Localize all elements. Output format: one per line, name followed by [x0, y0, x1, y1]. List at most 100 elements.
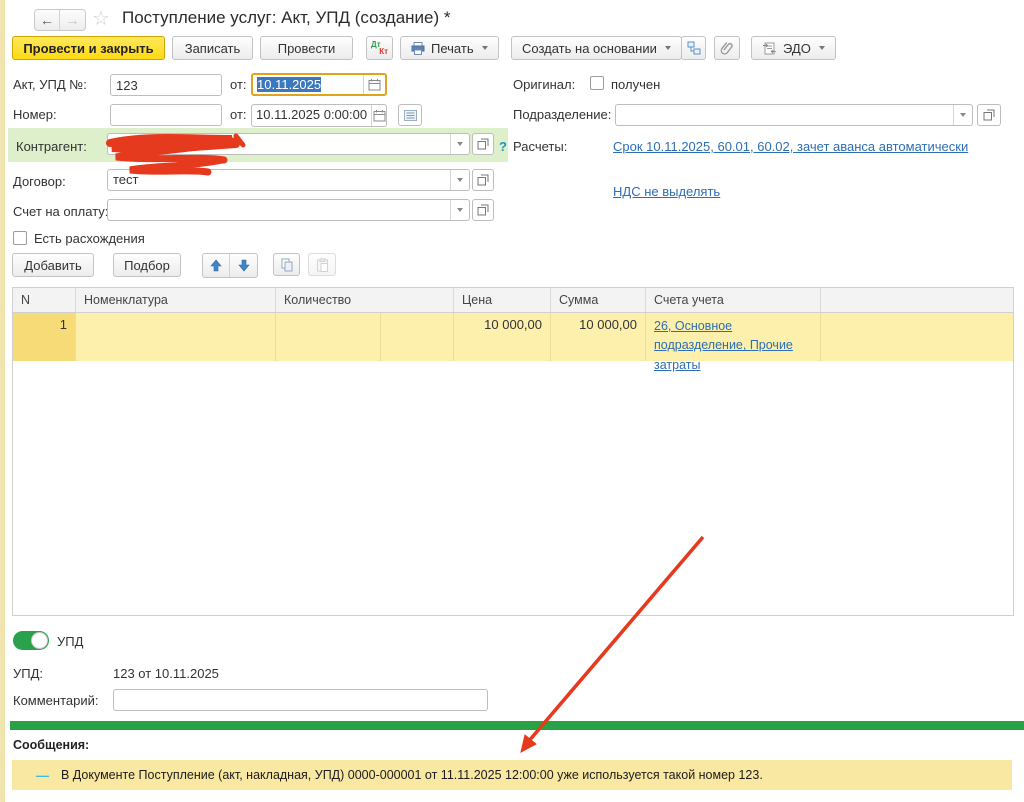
comment-label: Комментарий: — [13, 693, 99, 708]
dt-kt-icon: Дт Кт — [371, 39, 388, 56]
comment-input[interactable] — [113, 689, 488, 711]
act-date-input[interactable]: 10.11.2025 — [251, 73, 387, 96]
reg-date-input[interactable]: 10.11.2025 0:00:00 — [251, 104, 387, 127]
create-based-on-button[interactable]: Создать на основании — [511, 36, 682, 60]
act-number-input[interactable] — [110, 74, 222, 96]
quantity-cell[interactable] — [276, 313, 381, 361]
department-open-button[interactable] — [977, 104, 1001, 126]
upd-label: УПД: — [13, 666, 44, 681]
document-window: { "window": { "title": "Поступление услу… — [0, 0, 1024, 802]
messages-title: Сообщения: — [13, 738, 90, 752]
accounts-cell[interactable]: 26, Основное подразделение, Прочие затра… — [646, 313, 821, 372]
paperclip-icon — [720, 41, 734, 55]
number-label: Номер: — [13, 107, 57, 122]
chevron-down-icon[interactable] — [450, 170, 469, 190]
contract-open-button[interactable] — [472, 169, 494, 191]
contract-input[interactable]: тест — [107, 169, 470, 191]
number-history-button[interactable] — [398, 104, 422, 126]
number-input[interactable] — [110, 104, 222, 126]
window-edge-strip — [0, 0, 5, 802]
save-button[interactable]: Записать — [172, 36, 253, 60]
column-header-price[interactable]: Цена — [454, 288, 551, 312]
paste-rows-button[interactable] — [308, 253, 336, 276]
chevron-down-icon[interactable] — [953, 105, 972, 125]
nomenclature-cell[interactable] — [76, 313, 276, 361]
page-title: Поступление услуг: Акт, УПД (создание) * — [122, 8, 451, 27]
vat-link[interactable]: НДС не выделять — [613, 184, 720, 199]
settlements-terms-link[interactable]: Срок 10.11.2025, 60.01, 60.02, зачет ава… — [613, 139, 968, 154]
column-header-empty — [821, 288, 1013, 312]
message-item[interactable]: — В Документе Поступление (акт, накладна… — [12, 760, 1012, 790]
arrow-up-icon — [210, 259, 222, 272]
list-icon — [403, 109, 417, 121]
column-header-quantity[interactable]: Количество — [276, 288, 454, 312]
dt-kt-postings-button[interactable]: Дт Кт — [366, 36, 393, 60]
upd-value: 123 от 10.11.2025 — [113, 666, 219, 681]
payment-invoice-input[interactable] — [107, 199, 470, 221]
payment-invoice-label: Счет на оплату: — [13, 204, 109, 219]
payment-invoice-open-button[interactable] — [472, 199, 494, 221]
favorite-star-icon[interactable]: ☆ — [92, 6, 110, 31]
accounts-link[interactable]: 26, Основное подразделение, Прочие затра… — [654, 317, 814, 375]
document-structure-icon — [687, 41, 701, 55]
open-in-form-icon — [983, 109, 995, 121]
move-row-up-button[interactable] — [203, 254, 230, 277]
open-in-form-icon — [477, 204, 489, 216]
upd-toggle-label: УПД — [57, 634, 84, 649]
counterparty-open-button[interactable] — [472, 133, 494, 155]
post-and-close-button[interactable]: Провести и закрыть — [12, 36, 165, 60]
items-table[interactable]: N Номенклатура Количество Цена Сумма Сче… — [12, 287, 1014, 616]
open-in-form-icon — [477, 174, 489, 186]
move-row-down-button[interactable] — [230, 254, 257, 277]
counterparty-input[interactable] — [107, 133, 470, 155]
unit-cell[interactable] — [381, 313, 454, 361]
counterparty-help-link[interactable]: ? — [499, 139, 507, 154]
edo-button[interactable]: ЭДО — [751, 36, 836, 60]
arrow-down-icon — [237, 259, 250, 272]
back-arrow-icon: ← — [40, 12, 54, 28]
price-cell[interactable]: 10 000,00 — [454, 313, 551, 361]
original-received-checkbox[interactable] — [590, 76, 604, 90]
act-number-label: Акт, УПД №: — [13, 77, 87, 92]
upd-toggle[interactable] — [13, 631, 49, 650]
row-empty-cell[interactable] — [821, 313, 1013, 361]
column-header-sum[interactable]: Сумма — [551, 288, 646, 312]
messages-splitter[interactable] — [10, 721, 1024, 730]
calendar-icon[interactable] — [371, 105, 386, 126]
column-header-nomenclature[interactable]: Номенклатура — [76, 288, 276, 312]
discrepancies-label: Есть расхождения — [34, 231, 145, 246]
chevron-down-icon[interactable] — [450, 200, 469, 220]
add-row-button[interactable]: Добавить — [12, 253, 94, 277]
move-row-group — [202, 253, 258, 278]
open-in-form-icon — [477, 138, 489, 150]
calendar-icon[interactable] — [363, 75, 385, 94]
department-input[interactable] — [615, 104, 973, 126]
column-header-n[interactable]: N — [13, 288, 76, 312]
back-button[interactable]: ← — [35, 10, 60, 30]
edo-exchange-icon — [762, 42, 777, 55]
items-table-header: N Номенклатура Количество Цена Сумма Сче… — [13, 288, 1013, 313]
copy-rows-button[interactable] — [273, 253, 300, 276]
column-header-accounts[interactable]: Счета учета — [646, 288, 821, 312]
settlements-label: Расчеты: — [513, 139, 568, 154]
sum-cell[interactable]: 10 000,00 — [551, 313, 646, 361]
message-bullet-icon: — — [36, 767, 49, 783]
post-button[interactable]: Провести — [260, 36, 353, 60]
chevron-down-icon[interactable] — [450, 134, 469, 154]
act-date-label: от: — [230, 77, 247, 92]
forward-button[interactable]: → — [60, 10, 85, 30]
department-label: Подразделение: — [513, 107, 612, 122]
printer-icon — [411, 41, 425, 55]
attachments-button[interactable] — [714, 36, 740, 60]
pick-items-button[interactable]: Подбор — [113, 253, 181, 277]
original-label: Оригинал: — [513, 77, 576, 92]
table-row[interactable]: 1 10 000,00 10 000,00 26, Основное подра… — [13, 313, 1013, 372]
contract-label: Договор: — [13, 174, 66, 189]
toggle-knob — [31, 632, 48, 649]
original-received-label: получен — [611, 77, 661, 92]
related-documents-button[interactable] — [681, 36, 706, 60]
discrepancies-checkbox[interactable] — [13, 231, 27, 245]
row-number-cell[interactable]: 1 — [13, 313, 76, 361]
copy-icon — [280, 258, 294, 272]
print-button[interactable]: Печать — [400, 36, 499, 60]
